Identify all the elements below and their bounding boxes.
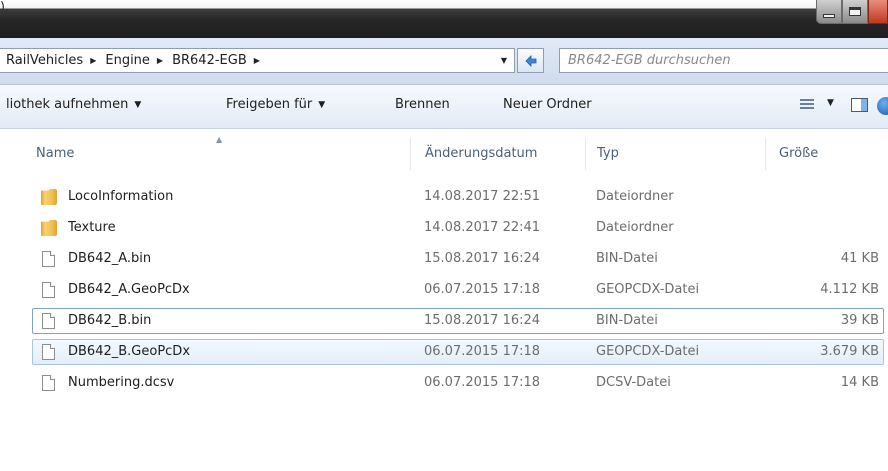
breadcrumb-separator-icon[interactable]: ▶ xyxy=(90,56,96,65)
address-row: RailVehicles ▶ Engine ▶ BR642-EGB ▶ ▼ BR… xyxy=(0,38,888,85)
file-date: 06.07.2015 17:18 xyxy=(424,344,541,359)
column-header-size[interactable]: Größe xyxy=(779,146,818,161)
view-options-dropdown[interactable]: ▼ xyxy=(827,98,834,108)
list-item[interactable]: LocoInformation 14.08.2017 22:51 Dateior… xyxy=(32,184,884,210)
column-divider[interactable] xyxy=(585,138,586,170)
list-item[interactable]: Numbering.dcsv 06.07.2015 17:18 DCSV-Dat… xyxy=(32,370,884,396)
column-header-row: ▲ Name Änderungsdatum Typ Größe xyxy=(0,130,888,178)
file-date: 15.08.2017 16:24 xyxy=(424,251,541,266)
search-input[interactable]: BR642-EGB durchsuchen xyxy=(559,48,888,73)
refresh-button[interactable] xyxy=(517,48,544,73)
list-item-hovered[interactable]: DB642_B.GeoPcDx 06.07.2015 17:18 GEOPCDX… xyxy=(32,339,884,365)
maximize-button[interactable] xyxy=(842,0,868,24)
address-history-dropdown[interactable]: ▼ xyxy=(494,49,514,72)
maximize-icon xyxy=(849,7,861,16)
file-size: 14 KB xyxy=(840,375,879,390)
file-name: Texture xyxy=(68,220,116,235)
list-item-selected[interactable]: DB642_B.bin 15.08.2017 16:24 BIN-Datei 3… xyxy=(32,308,884,334)
file-date: 06.07.2015 17:18 xyxy=(424,282,541,297)
new-folder-label: Neuer Ordner xyxy=(503,97,592,112)
refresh-icon xyxy=(524,54,536,67)
burn-button[interactable]: Brennen xyxy=(395,97,450,112)
document-icon xyxy=(42,375,55,391)
breadcrumb-separator-icon[interactable]: ▶ xyxy=(157,56,163,65)
document-icon xyxy=(42,282,55,298)
command-bar: liothek aufnehmen ▼ Freigeben für ▼ Bren… xyxy=(0,85,888,129)
file-size: 3.679 KB xyxy=(820,344,879,359)
breadcrumb-br642-egb[interactable]: BR642-EGB ▶ xyxy=(166,49,263,72)
folder-icon xyxy=(41,220,57,236)
list-item[interactable]: DB642_A.bin 15.08.2017 16:24 BIN-Datei 4… xyxy=(32,246,884,272)
file-type: Dateiordner xyxy=(596,189,674,204)
file-name: DB642_B.bin xyxy=(68,313,152,328)
file-name: LocoInformation xyxy=(68,189,174,204)
column-header-name[interactable]: Name xyxy=(36,146,74,161)
breadcrumb-label: BR642-EGB xyxy=(172,53,247,68)
include-in-library-button[interactable]: liothek aufnehmen ▼ xyxy=(6,97,141,112)
column-divider[interactable] xyxy=(410,138,411,170)
document-icon xyxy=(42,313,55,329)
sort-ascending-icon: ▲ xyxy=(216,135,223,144)
document-icon xyxy=(42,344,55,360)
minimize-icon xyxy=(823,13,835,18)
file-name: DB642_A.GeoPcDx xyxy=(68,282,190,297)
file-date: 06.07.2015 17:18 xyxy=(424,375,541,390)
file-size: 39 KB xyxy=(840,313,879,328)
file-name: Numbering.dcsv xyxy=(68,375,175,390)
new-folder-button[interactable]: Neuer Ordner xyxy=(503,97,592,112)
breadcrumb-engine[interactable]: Engine ▶ xyxy=(99,49,166,72)
file-size: 4.112 KB xyxy=(820,282,879,297)
share-with-button[interactable]: Freigeben für ▼ xyxy=(226,97,325,112)
preview-pane-icon[interactable] xyxy=(851,98,868,112)
column-header-type[interactable]: Typ xyxy=(597,146,619,161)
window-controls xyxy=(816,0,888,27)
close-button[interactable] xyxy=(868,0,888,24)
help-icon[interactable] xyxy=(877,97,888,115)
folder-icon xyxy=(41,189,57,205)
file-type: BIN-Datei xyxy=(596,313,658,328)
chevron-down-icon: ▼ xyxy=(318,99,326,110)
list-item[interactable]: Texture 14.08.2017 22:41 Dateiordner xyxy=(32,215,884,241)
minimize-button[interactable] xyxy=(816,0,842,24)
file-date: 14.08.2017 22:41 xyxy=(424,220,541,235)
include-in-library-label: liothek aufnehmen xyxy=(6,97,129,112)
chevron-down-icon: ▼ xyxy=(134,99,142,110)
burn-label: Brennen xyxy=(395,97,450,112)
file-type: DCSV-Datei xyxy=(596,375,671,390)
list-item[interactable]: DB642_A.GeoPcDx 06.07.2015 17:18 GEOPCDX… xyxy=(32,277,884,303)
column-header-date[interactable]: Änderungsdatum xyxy=(425,146,537,161)
file-type: GEOPCDX-Datei xyxy=(596,282,700,297)
file-type: Dateiordner xyxy=(596,220,674,235)
document-icon xyxy=(42,251,55,267)
breadcrumb-railvehicles[interactable]: RailVehicles ▶ xyxy=(0,49,99,72)
window-titlebar: ), xyxy=(0,0,888,38)
change-view-icon[interactable] xyxy=(800,99,814,111)
file-date: 15.08.2017 16:24 xyxy=(424,313,541,328)
file-name: DB642_B.GeoPcDx xyxy=(68,344,191,359)
breadcrumb-separator-icon[interactable]: ▶ xyxy=(254,56,260,65)
share-with-label: Freigeben für xyxy=(226,97,313,112)
titlebar-fragment: ), xyxy=(0,0,10,15)
file-size: 41 KB xyxy=(840,251,879,266)
search-placeholder: BR642-EGB durchsuchen xyxy=(568,53,731,68)
breadcrumb-label: Engine xyxy=(105,53,150,68)
file-date: 14.08.2017 22:51 xyxy=(424,189,541,204)
column-divider[interactable] xyxy=(765,138,766,170)
file-name: DB642_A.bin xyxy=(68,251,152,266)
breadcrumb-label: RailVehicles xyxy=(6,53,84,68)
file-type: GEOPCDX-Datei xyxy=(596,344,700,359)
address-bar[interactable]: RailVehicles ▶ Engine ▶ BR642-EGB ▶ ▼ xyxy=(0,48,515,73)
file-type: BIN-Datei xyxy=(596,251,658,266)
